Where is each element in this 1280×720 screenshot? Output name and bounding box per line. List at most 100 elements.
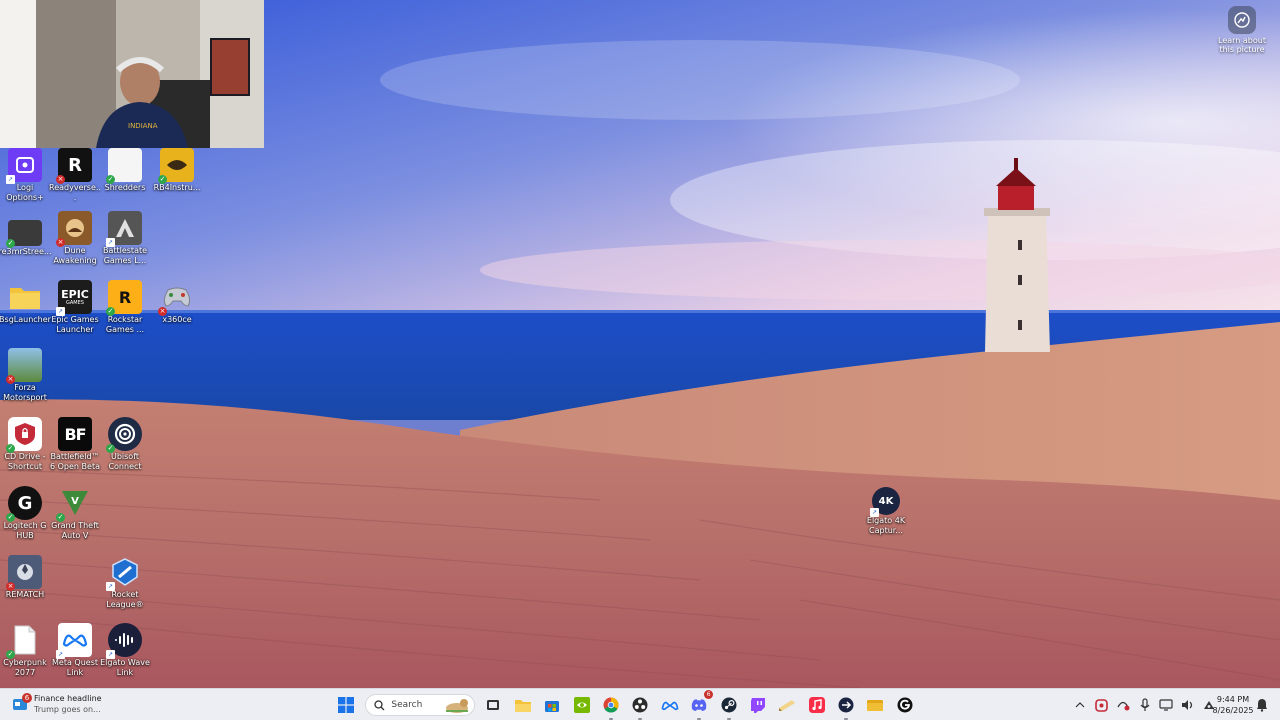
forza-icon: ×: [6, 348, 42, 384]
search-box[interactable]: Search: [365, 694, 476, 716]
desktop-icon-cd-drive[interactable]: ✓ CD Drive - Shortcut: [0, 417, 52, 471]
folder-icon: [514, 699, 531, 712]
desktop-icon-dune-awakening[interactable]: × Dune Awakening: [48, 211, 102, 265]
search-icon: [374, 699, 385, 710]
nvidia-button[interactable]: [570, 693, 594, 717]
meta-icon: ↗: [56, 623, 92, 659]
windows-logo-icon: [338, 697, 354, 713]
document-icon: ✓: [6, 623, 42, 659]
news-subtitle: Trump goes on...: [34, 705, 101, 714]
desktop-icon-gta-v[interactable]: V ✓ Grand Theft Auto V: [48, 486, 102, 540]
readyverse-icon: R ×: [56, 148, 92, 184]
desktop-icon-logi-options[interactable]: ↗ Logi Options+: [0, 148, 52, 202]
copilot-icon[interactable]: [1094, 697, 1110, 713]
music-button[interactable]: [805, 693, 829, 717]
cd-drive-icon: ✓: [6, 417, 42, 453]
display-icon[interactable]: [1158, 697, 1174, 713]
desktop-icon-elgato-4k-capture[interactable]: 4K ↗ Elgato 4K Captur...: [859, 487, 913, 535]
elgato-4k-icon: 4K ↗: [870, 487, 900, 517]
network-shield-icon[interactable]: [1115, 697, 1131, 713]
desktop-icon-forza-motorsport[interactable]: × Forza Motorsport: [0, 348, 52, 402]
meta-icon: [661, 701, 679, 710]
desktop-icon-elgato-wave-link[interactable]: ↗ Elgato Wave Link: [98, 623, 152, 677]
elgato-stream-button[interactable]: [834, 693, 858, 720]
search-placeholder: Search: [391, 700, 423, 710]
gamepad-icon: ×: [158, 280, 194, 316]
microphone-icon[interactable]: [1137, 697, 1153, 713]
news-widget[interactable]: 6 Finance headline Trump goes on...: [10, 693, 140, 717]
dune-icon: ×: [56, 211, 92, 247]
desktop-icon-ubisoft-connect[interactable]: ✓ Ubisoft Connect: [98, 417, 152, 471]
discord-badge: 6: [704, 690, 714, 699]
notification-bell-icon[interactable]: [1256, 698, 1268, 712]
svg-text:INDIANA: INDIANA: [128, 122, 158, 130]
rockstar-icon: R ✓: [106, 280, 142, 316]
logi-options-icon: ↗: [6, 148, 42, 184]
desktop-icon-battlestate-games[interactable]: ↗ Battlestate Games L...: [98, 211, 152, 265]
news-title: Finance headline: [34, 694, 102, 703]
learn-about-picture-label: Learn about this picture: [1218, 36, 1266, 54]
battlefield-icon: BF: [58, 417, 92, 451]
speaker-icon[interactable]: [1180, 697, 1196, 713]
camera-icon: [1228, 6, 1256, 34]
webcam-feed-image: INDIANA: [0, 0, 264, 148]
logitech-g-icon: [897, 697, 913, 713]
epic-games-icon: EPIC GAMES ↗: [56, 280, 92, 316]
twitch-icon: [750, 698, 765, 713]
svg-text:V: V: [71, 496, 79, 507]
discord-button[interactable]: 6: [687, 690, 714, 720]
meta-quest-link-button[interactable]: [658, 693, 682, 717]
desktop-icon-bsglauncher[interactable]: BsgLauncher: [0, 280, 52, 325]
desktop-icon-rb4instruments[interactable]: ✓ RB4Instru...: [150, 148, 204, 193]
desktop-icon-readyverse[interactable]: R × Readyverse...: [48, 148, 102, 202]
steam-icon: [721, 697, 737, 713]
twitch-button[interactable]: [746, 693, 770, 717]
desktop-icon-epic-games[interactable]: EPIC GAMES ↗ Epic Games Launcher: [48, 280, 102, 334]
rocket-league-icon: ↗: [106, 555, 142, 591]
task-view-icon: [487, 700, 500, 710]
folder-manager-button[interactable]: [863, 693, 887, 717]
nvidia-icon: [573, 697, 590, 713]
ubisoft-icon: ✓: [106, 417, 142, 453]
obs-button[interactable]: [628, 693, 652, 720]
taskbar: 6 Finance headline Trump goes on... Sear…: [0, 688, 1280, 720]
re3mr-icon: ✓: [6, 220, 42, 248]
shredders-icon: ✓: [106, 148, 142, 184]
notes-button[interactable]: [775, 693, 799, 717]
clock-date: 8/26/2025: [1212, 706, 1254, 715]
desktop-icon-x360ce[interactable]: × x360ce: [150, 280, 204, 325]
start-button[interactable]: [334, 693, 358, 717]
taskbar-pinned-apps: Search 6: [334, 690, 922, 720]
webcam-overlay: INDIANA: [0, 0, 264, 148]
search-highlight-icon: [446, 699, 469, 713]
desktop-icon-meta-quest-link[interactable]: ↗ Meta Quest Link: [48, 623, 102, 677]
folder-icon: [8, 280, 42, 314]
task-view-button[interactable]: [481, 693, 505, 717]
desktop-icon-cyberpunk-2077[interactable]: ✓ Cyberpunk 2077: [0, 623, 52, 677]
clock-time: 9:44 PM: [1216, 695, 1250, 704]
clock[interactable]: 9:44 PM 8/26/2025: [1208, 694, 1258, 716]
desktop-icon-shredders[interactable]: ✓ Shredders: [98, 148, 152, 193]
store-icon: [545, 701, 560, 712]
desktop-icon-logitech-ghub[interactable]: G ✓ Logitech G HUB: [0, 486, 52, 540]
music-icon: [808, 697, 825, 713]
microsoft-store-button[interactable]: [540, 693, 564, 717]
gta-icon: V ✓: [56, 486, 92, 522]
desktop-icon-rocket-league[interactable]: ↗ Rocket League®: [98, 555, 152, 609]
notes-icon: [779, 700, 796, 711]
desktop-icon-rematch[interactable]: × REMATCH: [0, 555, 52, 600]
desktop-icon-rockstar-games[interactable]: R ✓ Rockstar Games ...: [98, 280, 152, 334]
desktop-icon-re3mrstreet[interactable]: ✓ re3mrStree...: [0, 216, 52, 257]
logitech-g-icon: G ✓: [6, 486, 42, 522]
yellow-folder-icon: [867, 700, 884, 711]
discord-icon: [691, 699, 707, 711]
logitech-ghub-taskbar-button[interactable]: [893, 693, 917, 717]
elgato-icon: [838, 697, 854, 713]
system-tray: [1072, 693, 1223, 717]
chevron-up-icon[interactable]: [1072, 697, 1088, 713]
desktop-icon-battlefield-6[interactable]: BF Battlefield™ 6 Open Beta: [48, 417, 102, 471]
chrome-button[interactable]: [599, 693, 623, 720]
file-explorer-button[interactable]: [511, 693, 535, 717]
learn-about-picture[interactable]: Learn about this picture: [1214, 6, 1270, 54]
steam-button[interactable]: [717, 693, 741, 720]
